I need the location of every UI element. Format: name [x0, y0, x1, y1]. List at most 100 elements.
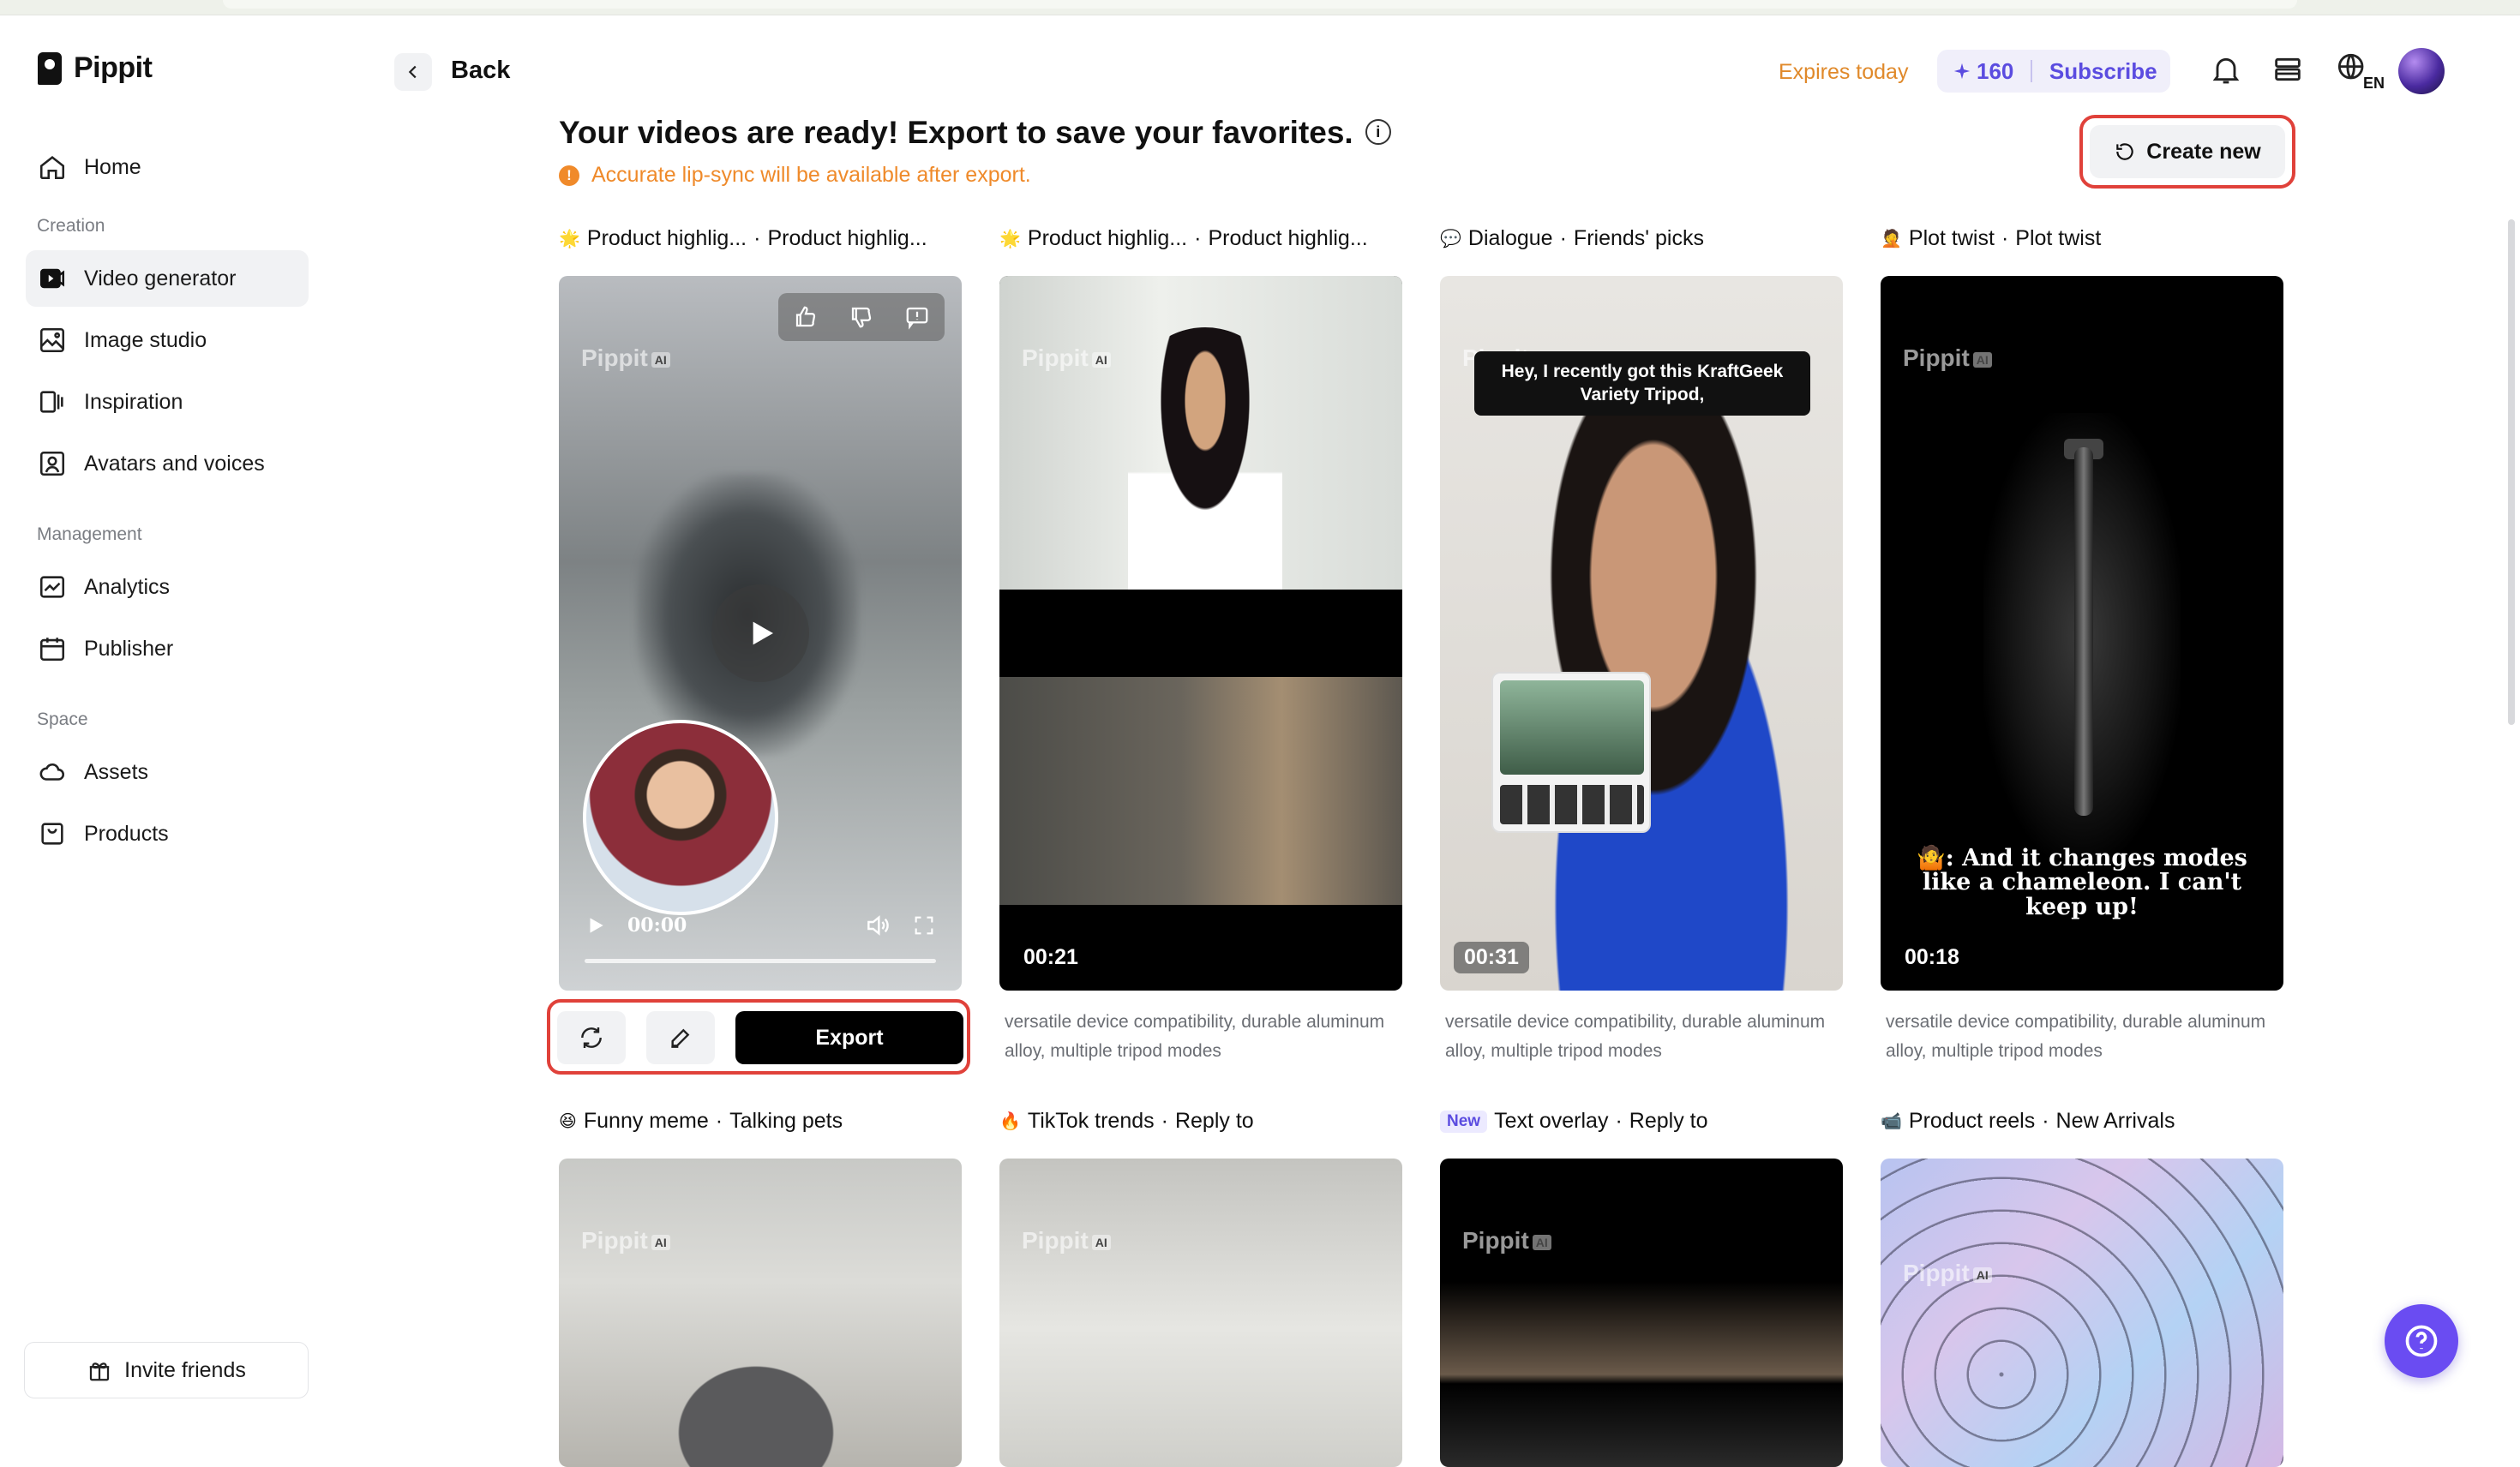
regenerate-button[interactable] — [557, 1011, 626, 1064]
browser-top-strip — [0, 0, 2520, 15]
question-icon — [2405, 1325, 2438, 1357]
speech-bubble-emoji-icon: 💬 — [1440, 230, 1461, 248]
sidebar-item-video-generator[interactable]: Video generator — [26, 250, 309, 307]
sidebar-item-image-studio[interactable]: Image studio — [26, 312, 309, 368]
section-label-management: Management — [37, 524, 142, 544]
presenter-figure — [1128, 327, 1282, 590]
play-icon — [753, 621, 773, 645]
language-code: EN — [2362, 75, 2385, 92]
watermark: PippitAI — [581, 344, 670, 372]
watermark: PippitAI — [1022, 344, 1111, 372]
section-label-creation: Creation — [37, 216, 105, 236]
sparkle-emoji-icon: 🌟 — [999, 230, 1021, 248]
page-title: Your videos are ready! Export to save yo… — [559, 115, 1391, 151]
sidebar-item-label: Analytics — [84, 574, 171, 599]
watermark: PippitAI — [1462, 1227, 1551, 1254]
video-card-4[interactable]: Pippit AI 🤷: And it changes modes like a … — [1881, 276, 2283, 991]
volume-icon[interactable] — [864, 912, 891, 939]
card-6-label-a: TikTok trends — [1027, 1109, 1155, 1133]
sidebar-item-products[interactable]: Products — [26, 805, 309, 862]
card-1-actions-highlight: Export — [547, 999, 970, 1075]
new-badge: New — [1440, 1110, 1488, 1133]
play-button[interactable] — [711, 584, 809, 682]
card-2-label-a: Product highlig... — [1027, 226, 1188, 250]
back-button[interactable] — [394, 53, 432, 91]
export-button[interactable]: Export — [735, 1011, 963, 1064]
card-3-description: versatile device compatibility, durable … — [1445, 1012, 1826, 1061]
info-icon[interactable]: i — [1365, 119, 1391, 146]
playback-time: 00:00 — [627, 914, 687, 937]
cat-figure — [636, 1330, 876, 1467]
video-card-1[interactable]: Pippit AI 00:00 — [559, 276, 962, 991]
app-logo[interactable]: Pippit — [38, 51, 153, 85]
warning-icon: ! — [559, 165, 579, 186]
home-icon — [39, 156, 65, 180]
thumbs-down-icon[interactable] — [849, 304, 874, 330]
watermark: PippitAI — [1903, 344, 1992, 372]
report-icon[interactable] — [904, 304, 930, 330]
progress-bar[interactable] — [585, 959, 936, 963]
page-title-text: Your videos are ready! Export to save yo… — [559, 115, 1353, 150]
create-new-button[interactable]: Create new — [2090, 125, 2285, 178]
card-6-label-b: Reply to — [1174, 1109, 1254, 1133]
avatar-bubble — [583, 720, 778, 915]
card-3-label-a: Dialogue — [1467, 226, 1553, 250]
fullscreen-icon[interactable] — [912, 913, 936, 937]
video-card-7[interactable]: Pippit AI — [1440, 1159, 1843, 1467]
video-card-3[interactable]: PippitAI Hey, I recently got this KraftG… — [1440, 276, 1843, 991]
feedback-toolbar — [778, 293, 945, 341]
camera-emoji-icon: 📹 — [1881, 1112, 1902, 1131]
sidebar-item-home[interactable]: Home — [26, 139, 309, 195]
logo-icon — [38, 51, 62, 85]
lip-sync-notice: ! Accurate lip-sync will be available af… — [559, 163, 1031, 188]
inspiration-icon — [39, 391, 63, 413]
sidebar-item-label: Avatars and voices — [84, 451, 265, 476]
sidebar: Pippit Home Creation Video generator Ima… — [0, 15, 360, 1440]
gift-icon — [89, 1362, 110, 1381]
watermark: PippitAI — [581, 1227, 670, 1254]
sidebar-item-analytics[interactable]: Analytics — [26, 559, 309, 615]
card-8-label-a: Product reels — [1908, 1109, 2036, 1133]
card-5-label-b: Talking pets — [729, 1109, 843, 1133]
card-8-label: 📹 Product reels · New Arrivals — [1881, 1109, 2175, 1134]
play-small-icon[interactable] — [585, 914, 607, 937]
subscribe-link[interactable]: Subscribe — [2049, 58, 2157, 85]
label-separator: · — [753, 226, 761, 250]
label-separator: · — [2001, 226, 2009, 250]
language-button[interactable]: EN — [2328, 50, 2385, 92]
card-1-label-b: Product highlig... — [767, 226, 927, 250]
sparkle-emoji-icon: 🌟 — [559, 230, 580, 248]
video-card-6[interactable]: Pippit AI — [999, 1159, 1402, 1467]
sidebar-item-label: Image studio — [84, 327, 207, 352]
invite-friends-button[interactable]: Invite friends — [24, 1342, 309, 1398]
thumbs-up-icon[interactable] — [793, 304, 819, 330]
edit-button[interactable] — [646, 1011, 715, 1064]
notice-text: Accurate lip-sync will be available afte… — [591, 163, 1031, 187]
card-5-label: 😆 Funny meme · Talking pets — [559, 1109, 843, 1134]
player-controls: 00:00 — [585, 908, 936, 943]
card-2-label-b: Product highlig... — [1208, 226, 1368, 250]
video-card-5[interactable]: Pippit AI — [559, 1159, 962, 1467]
sidebar-item-assets[interactable]: Assets — [26, 744, 309, 800]
video-duration: 00:21 — [1023, 945, 1078, 969]
invite-label: Invite friends — [124, 1357, 246, 1382]
card-1-label-a: Product highlig... — [586, 226, 747, 250]
help-button[interactable] — [2385, 1304, 2458, 1378]
page-scrollbar[interactable] — [2508, 219, 2515, 725]
sidebar-item-label: Video generator — [84, 266, 237, 290]
user-avatar[interactable] — [2398, 48, 2445, 94]
sidebar-item-publisher[interactable]: Publisher — [26, 620, 309, 677]
video-caption: Hey, I recently got this KraftGeek Varie… — [1474, 351, 1810, 416]
inbox-button[interactable] — [2268, 50, 2307, 89]
card-4-description: versatile device compatibility, durable … — [1886, 1012, 2266, 1061]
notifications-button[interactable] — [2206, 50, 2246, 89]
sidebar-item-inspiration[interactable]: Inspiration — [26, 374, 309, 430]
label-separator: · — [1615, 1109, 1623, 1133]
video-card-8[interactable]: Pippit AI — [1881, 1159, 2283, 1467]
video-card-2[interactable]: Pippit AI 00:21 — [999, 276, 1402, 991]
caption-emoji-icon: 🤷 — [1917, 845, 1946, 871]
sidebar-item-avatars-voices[interactable]: Avatars and voices — [26, 435, 309, 492]
credits-pill[interactable]: 160 Subscribe — [1937, 50, 2170, 93]
back-label[interactable]: Back — [451, 57, 510, 85]
video-frame-bottom — [999, 677, 1402, 905]
